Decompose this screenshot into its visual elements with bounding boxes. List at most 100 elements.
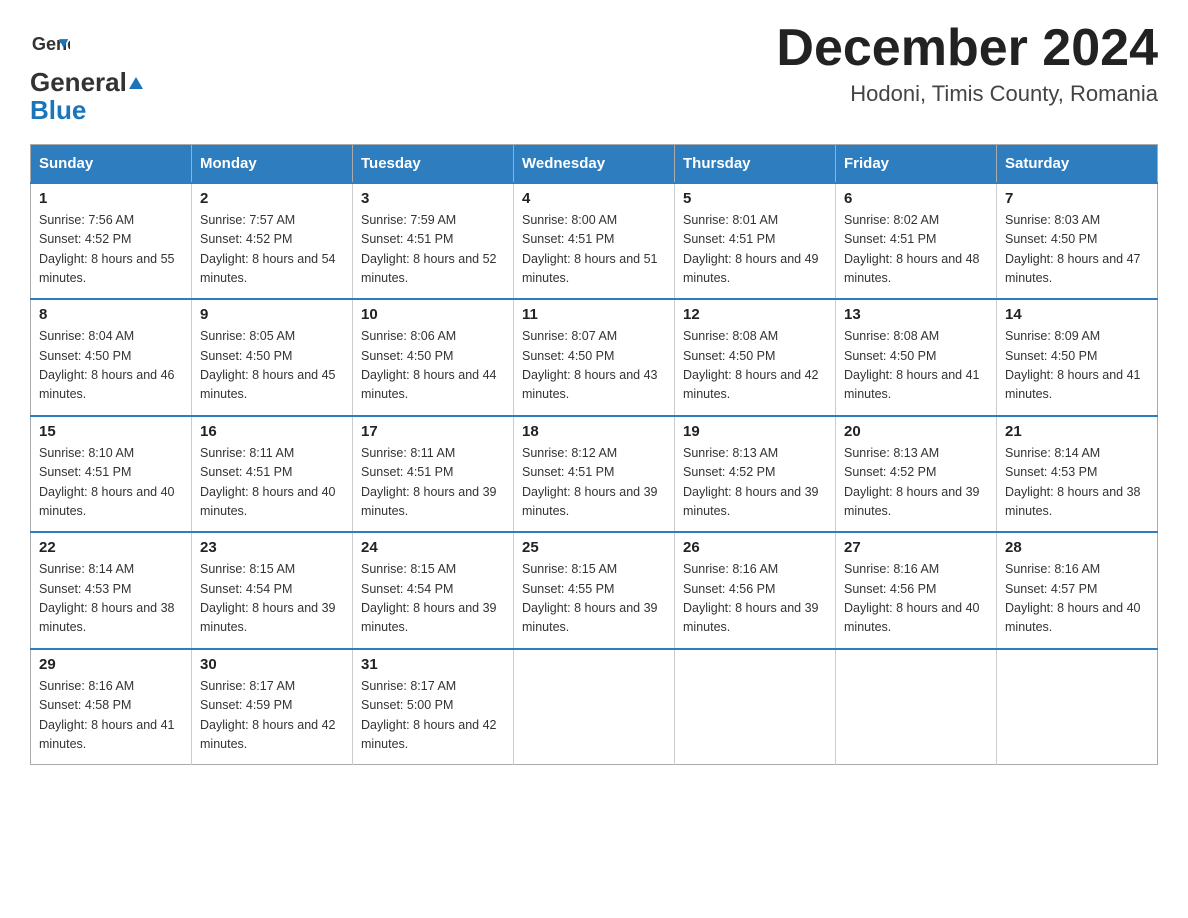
day-info: Sunrise: 8:09 AM Sunset: 4:50 PM Dayligh… bbox=[1005, 327, 1149, 405]
calendar-day-cell: 21 Sunrise: 8:14 AM Sunset: 4:53 PM Dayl… bbox=[997, 416, 1158, 533]
day-info: Sunrise: 8:07 AM Sunset: 4:50 PM Dayligh… bbox=[522, 327, 666, 405]
calendar-day-cell: 20 Sunrise: 8:13 AM Sunset: 4:52 PM Dayl… bbox=[836, 416, 997, 533]
calendar-day-cell: 13 Sunrise: 8:08 AM Sunset: 4:50 PM Dayl… bbox=[836, 299, 997, 416]
day-info: Sunrise: 8:00 AM Sunset: 4:51 PM Dayligh… bbox=[522, 211, 666, 289]
day-info: Sunrise: 8:15 AM Sunset: 4:54 PM Dayligh… bbox=[200, 560, 344, 638]
day-info: Sunrise: 8:16 AM Sunset: 4:56 PM Dayligh… bbox=[844, 560, 988, 638]
day-number: 21 bbox=[1005, 423, 1149, 440]
day-info: Sunrise: 8:15 AM Sunset: 4:55 PM Dayligh… bbox=[522, 560, 666, 638]
logo-general: General bbox=[30, 68, 143, 98]
calendar-day-cell: 27 Sunrise: 8:16 AM Sunset: 4:56 PM Dayl… bbox=[836, 532, 997, 649]
calendar-week-row: 22 Sunrise: 8:14 AM Sunset: 4:53 PM Dayl… bbox=[31, 532, 1158, 649]
day-number: 27 bbox=[844, 539, 988, 556]
day-info: Sunrise: 8:17 AM Sunset: 5:00 PM Dayligh… bbox=[361, 677, 505, 755]
day-info: Sunrise: 7:59 AM Sunset: 4:51 PM Dayligh… bbox=[361, 211, 505, 289]
day-number: 25 bbox=[522, 539, 666, 556]
calendar-week-row: 1 Sunrise: 7:56 AM Sunset: 4:52 PM Dayli… bbox=[31, 183, 1158, 300]
day-info: Sunrise: 8:11 AM Sunset: 4:51 PM Dayligh… bbox=[200, 444, 344, 522]
day-number: 17 bbox=[361, 423, 505, 440]
day-number: 19 bbox=[683, 423, 827, 440]
day-number: 1 bbox=[39, 190, 183, 207]
day-number: 8 bbox=[39, 306, 183, 323]
calendar-day-cell: 8 Sunrise: 8:04 AM Sunset: 4:50 PM Dayli… bbox=[31, 299, 192, 416]
calendar-day-cell: 9 Sunrise: 8:05 AM Sunset: 4:50 PM Dayli… bbox=[192, 299, 353, 416]
day-info: Sunrise: 8:05 AM Sunset: 4:50 PM Dayligh… bbox=[200, 327, 344, 405]
logo-blue: Blue bbox=[30, 96, 143, 126]
calendar-day-cell: 26 Sunrise: 8:16 AM Sunset: 4:56 PM Dayl… bbox=[675, 532, 836, 649]
calendar-day-cell: 17 Sunrise: 8:11 AM Sunset: 4:51 PM Dayl… bbox=[353, 416, 514, 533]
calendar-day-cell: 6 Sunrise: 8:02 AM Sunset: 4:51 PM Dayli… bbox=[836, 183, 997, 300]
day-info: Sunrise: 8:06 AM Sunset: 4:50 PM Dayligh… bbox=[361, 327, 505, 405]
calendar-day-cell: 14 Sunrise: 8:09 AM Sunset: 4:50 PM Dayl… bbox=[997, 299, 1158, 416]
calendar-title: December 2024 bbox=[776, 20, 1158, 77]
calendar-table: Sunday Monday Tuesday Wednesday Thursday… bbox=[30, 144, 1158, 766]
day-info: Sunrise: 8:02 AM Sunset: 4:51 PM Dayligh… bbox=[844, 211, 988, 289]
calendar-day-cell: 23 Sunrise: 8:15 AM Sunset: 4:54 PM Dayl… bbox=[192, 532, 353, 649]
calendar-day-cell bbox=[514, 649, 675, 765]
calendar-day-cell: 7 Sunrise: 8:03 AM Sunset: 4:50 PM Dayli… bbox=[997, 183, 1158, 300]
day-number: 24 bbox=[361, 539, 505, 556]
header-monday: Monday bbox=[192, 144, 353, 183]
day-info: Sunrise: 8:12 AM Sunset: 4:51 PM Dayligh… bbox=[522, 444, 666, 522]
day-info: Sunrise: 8:13 AM Sunset: 4:52 PM Dayligh… bbox=[683, 444, 827, 522]
calendar-day-cell: 16 Sunrise: 8:11 AM Sunset: 4:51 PM Dayl… bbox=[192, 416, 353, 533]
title-area: December 2024 Hodoni, Timis County, Roma… bbox=[776, 20, 1158, 107]
weekday-header-row: Sunday Monday Tuesday Wednesday Thursday… bbox=[31, 144, 1158, 183]
header-tuesday: Tuesday bbox=[353, 144, 514, 183]
day-info: Sunrise: 8:16 AM Sunset: 4:58 PM Dayligh… bbox=[39, 677, 183, 755]
day-number: 10 bbox=[361, 306, 505, 323]
day-number: 16 bbox=[200, 423, 344, 440]
day-number: 20 bbox=[844, 423, 988, 440]
day-number: 5 bbox=[683, 190, 827, 207]
day-info: Sunrise: 8:15 AM Sunset: 4:54 PM Dayligh… bbox=[361, 560, 505, 638]
calendar-day-cell: 11 Sunrise: 8:07 AM Sunset: 4:50 PM Dayl… bbox=[514, 299, 675, 416]
calendar-day-cell: 31 Sunrise: 8:17 AM Sunset: 5:00 PM Dayl… bbox=[353, 649, 514, 765]
day-number: 30 bbox=[200, 656, 344, 673]
header-friday: Friday bbox=[836, 144, 997, 183]
day-info: Sunrise: 8:16 AM Sunset: 4:57 PM Dayligh… bbox=[1005, 560, 1149, 638]
day-info: Sunrise: 8:10 AM Sunset: 4:51 PM Dayligh… bbox=[39, 444, 183, 522]
day-number: 15 bbox=[39, 423, 183, 440]
day-info: Sunrise: 7:56 AM Sunset: 4:52 PM Dayligh… bbox=[39, 211, 183, 289]
header-wednesday: Wednesday bbox=[514, 144, 675, 183]
logo: General General Blue bbox=[30, 28, 143, 126]
calendar-day-cell: 15 Sunrise: 8:10 AM Sunset: 4:51 PM Dayl… bbox=[31, 416, 192, 533]
day-info: Sunrise: 8:04 AM Sunset: 4:50 PM Dayligh… bbox=[39, 327, 183, 405]
header-sunday: Sunday bbox=[31, 144, 192, 183]
calendar-day-cell: 18 Sunrise: 8:12 AM Sunset: 4:51 PM Dayl… bbox=[514, 416, 675, 533]
calendar-week-row: 29 Sunrise: 8:16 AM Sunset: 4:58 PM Dayl… bbox=[31, 649, 1158, 765]
calendar-week-row: 8 Sunrise: 8:04 AM Sunset: 4:50 PM Dayli… bbox=[31, 299, 1158, 416]
day-number: 23 bbox=[200, 539, 344, 556]
calendar-day-cell: 24 Sunrise: 8:15 AM Sunset: 4:54 PM Dayl… bbox=[353, 532, 514, 649]
calendar-day-cell: 22 Sunrise: 8:14 AM Sunset: 4:53 PM Dayl… bbox=[31, 532, 192, 649]
calendar-day-cell: 1 Sunrise: 7:56 AM Sunset: 4:52 PM Dayli… bbox=[31, 183, 192, 300]
day-info: Sunrise: 8:16 AM Sunset: 4:56 PM Dayligh… bbox=[683, 560, 827, 638]
day-info: Sunrise: 8:14 AM Sunset: 4:53 PM Dayligh… bbox=[39, 560, 183, 638]
day-number: 12 bbox=[683, 306, 827, 323]
calendar-day-cell: 19 Sunrise: 8:13 AM Sunset: 4:52 PM Dayl… bbox=[675, 416, 836, 533]
day-info: Sunrise: 8:03 AM Sunset: 4:50 PM Dayligh… bbox=[1005, 211, 1149, 289]
day-number: 18 bbox=[522, 423, 666, 440]
day-number: 29 bbox=[39, 656, 183, 673]
calendar-day-cell: 5 Sunrise: 8:01 AM Sunset: 4:51 PM Dayli… bbox=[675, 183, 836, 300]
day-number: 11 bbox=[522, 306, 666, 323]
calendar-day-cell: 25 Sunrise: 8:15 AM Sunset: 4:55 PM Dayl… bbox=[514, 532, 675, 649]
calendar-week-row: 15 Sunrise: 8:10 AM Sunset: 4:51 PM Dayl… bbox=[31, 416, 1158, 533]
day-info: Sunrise: 8:14 AM Sunset: 4:53 PM Dayligh… bbox=[1005, 444, 1149, 522]
header-saturday: Saturday bbox=[997, 144, 1158, 183]
logo-icon: General bbox=[30, 30, 70, 70]
calendar-day-cell bbox=[836, 649, 997, 765]
day-info: Sunrise: 7:57 AM Sunset: 4:52 PM Dayligh… bbox=[200, 211, 344, 289]
calendar-day-cell bbox=[997, 649, 1158, 765]
day-number: 2 bbox=[200, 190, 344, 207]
calendar-day-cell: 2 Sunrise: 7:57 AM Sunset: 4:52 PM Dayli… bbox=[192, 183, 353, 300]
day-number: 4 bbox=[522, 190, 666, 207]
calendar-day-cell: 10 Sunrise: 8:06 AM Sunset: 4:50 PM Dayl… bbox=[353, 299, 514, 416]
calendar-day-cell: 4 Sunrise: 8:00 AM Sunset: 4:51 PM Dayli… bbox=[514, 183, 675, 300]
calendar-day-cell: 3 Sunrise: 7:59 AM Sunset: 4:51 PM Dayli… bbox=[353, 183, 514, 300]
day-number: 6 bbox=[844, 190, 988, 207]
day-info: Sunrise: 8:11 AM Sunset: 4:51 PM Dayligh… bbox=[361, 444, 505, 522]
day-number: 26 bbox=[683, 539, 827, 556]
day-number: 31 bbox=[361, 656, 505, 673]
day-number: 22 bbox=[39, 539, 183, 556]
